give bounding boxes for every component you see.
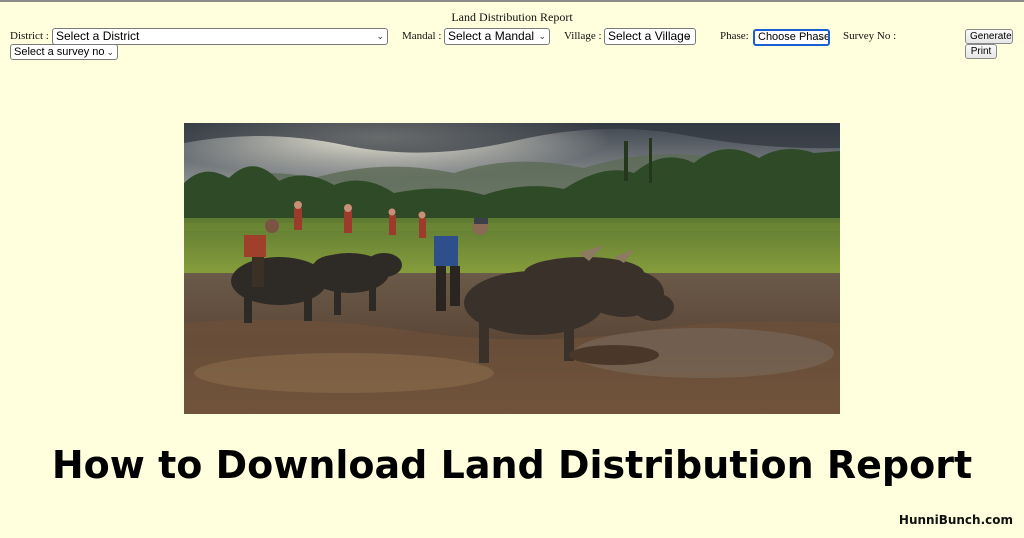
farm-photo xyxy=(184,123,840,414)
survey-no-label: Survey No : xyxy=(843,30,897,42)
chevron-down-icon: ⌄ xyxy=(817,33,825,43)
mandal-label: Mandal : xyxy=(402,30,442,42)
village-select-value: Select a Village xyxy=(608,29,691,43)
district-select[interactable]: Select a District ⌄ xyxy=(52,28,388,45)
print-button[interactable]: Print xyxy=(965,44,997,59)
report-title: Land Distribution Report xyxy=(451,10,573,24)
district-label: District : xyxy=(10,30,49,42)
village-label: Village : xyxy=(564,30,602,42)
chevron-down-icon: ⌄ xyxy=(106,48,114,58)
survey-no-select-value: Select a survey no xyxy=(14,46,105,58)
phase-label: Phase: xyxy=(720,30,749,42)
headline: How to Download Land Distribution Report xyxy=(51,443,973,487)
village-select[interactable]: Select a Village ⌄ xyxy=(604,28,696,45)
chevron-down-icon: ⌄ xyxy=(538,32,546,42)
chevron-down-icon: ⌄ xyxy=(684,32,692,42)
mandal-select[interactable]: Select a Mandal ⌄ xyxy=(444,28,550,45)
survey-no-select[interactable]: Select a survey no ⌄ xyxy=(10,44,118,60)
top-divider xyxy=(0,0,1024,2)
site-name: HunniBunch.com xyxy=(898,513,1013,527)
district-select-value: Select a District xyxy=(56,29,140,43)
generate-button[interactable]: Generate xyxy=(965,29,1013,44)
phase-select[interactable]: Choose Phase ⌄ xyxy=(753,29,830,46)
mandal-select-value: Select a Mandal xyxy=(448,29,535,43)
chevron-down-icon: ⌄ xyxy=(376,32,384,42)
